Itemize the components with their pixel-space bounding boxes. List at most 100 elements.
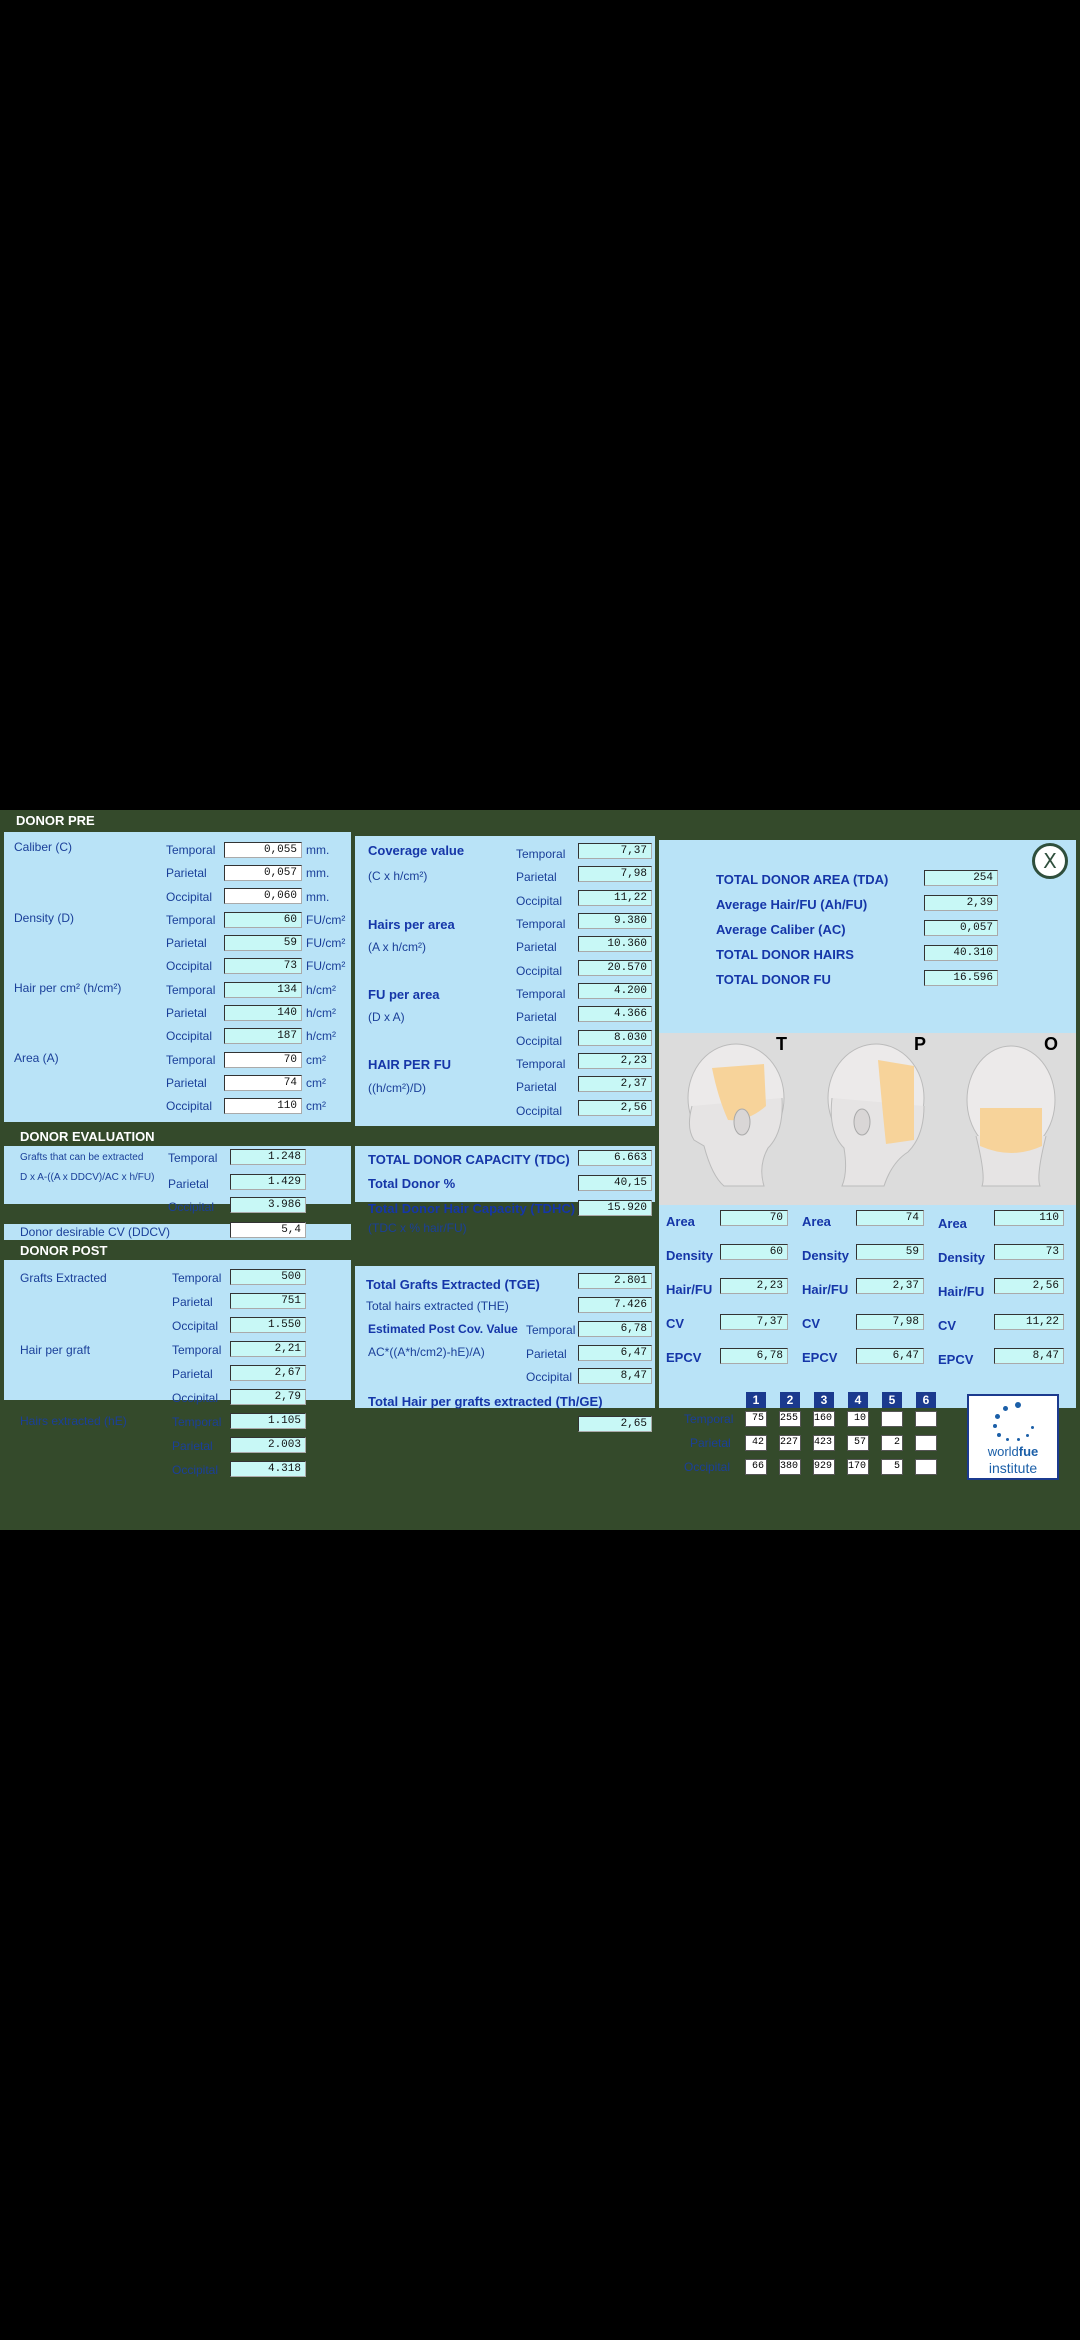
head-side-parietal-image — [827, 1043, 925, 1187]
tdc-label: TOTAL DONOR CAPACITY (TDC) — [368, 1152, 570, 1167]
table-cell[interactable]: 75 — [745, 1411, 767, 1427]
logo-dot — [1006, 1438, 1009, 1441]
density-parietal-field: 59 — [224, 935, 302, 951]
area-label: Area — [938, 1216, 967, 1231]
density-temporal-field: 60 — [224, 912, 302, 928]
table-header: 5 — [882, 1392, 902, 1408]
zone-label: Temporal — [166, 1053, 216, 1067]
table-cell[interactable]: 227 — [779, 1435, 801, 1451]
totals-header — [659, 814, 1076, 840]
zone-label: Parietal — [166, 866, 207, 880]
cv-parietal-field: 7,98 — [578, 866, 652, 882]
caliber-occipital-input[interactable]: 0,060 — [224, 888, 302, 904]
tdfu-field: 16.596 — [924, 970, 998, 986]
unit-label: mm. — [306, 843, 330, 857]
caliber-parietal-input[interactable]: 0,057 — [224, 865, 302, 881]
density-occipital-field: 73 — [224, 958, 302, 974]
table-cell[interactable]: 10 — [847, 1411, 869, 1427]
hpa-formula: (A x h/cm²) — [368, 940, 427, 954]
totals-panel — [659, 840, 1076, 1040]
zone-label: Parietal — [172, 1439, 213, 1453]
tdhc-label: Total Donor Hair Capacity (TDHC) — [368, 1201, 576, 1216]
table-row-label: Parietal — [690, 1436, 731, 1450]
logo-dot — [1003, 1406, 1008, 1411]
caliber-temporal-input[interactable]: 0,055 — [224, 842, 302, 858]
zone-label: Occipital — [516, 1034, 563, 1048]
table-cell[interactable]: 423 — [813, 1435, 835, 1451]
he-temporal-field: 1.105 — [230, 1413, 306, 1429]
area-parietal-input[interactable]: 74 — [224, 1075, 302, 1091]
table-cell[interactable]: 66 — [745, 1459, 767, 1475]
coverage-header — [355, 814, 655, 836]
hpg-occipital-field: 2,79 — [230, 1389, 306, 1405]
density-label: Density — [666, 1248, 713, 1263]
ddcv-input[interactable]: 5,4 — [230, 1222, 306, 1238]
hpfu-label: HAIR PER FU — [368, 1057, 452, 1072]
parietal-hair-fu-field: 2,37 — [856, 1278, 924, 1294]
table-cell[interactable]: 57 — [847, 1435, 869, 1451]
table-cell[interactable]: 929 — [813, 1459, 835, 1475]
tda-field: 254 — [924, 870, 998, 886]
temporal-hair-fu-field: 2,23 — [720, 1278, 788, 1294]
caliber-label: Caliber (C) — [14, 840, 73, 854]
table-row-label: Occipital — [684, 1460, 731, 1474]
hair-temporal-field: 134 — [224, 982, 302, 998]
bottom-bar — [0, 1488, 1080, 1530]
head-back-occipital-image — [966, 1045, 1056, 1187]
ddcv-label: Donor desirable CV (DDCV) — [20, 1225, 171, 1239]
unit-label: mm. — [306, 890, 330, 904]
unit-label: FU/cm² — [306, 936, 346, 950]
grafts-extracted-label: Grafts Extracted — [20, 1271, 107, 1285]
table-cell[interactable]: 2 — [881, 1435, 903, 1451]
table-header: 2 — [780, 1392, 800, 1408]
hpg-temporal-field: 2,21 — [230, 1341, 306, 1357]
epcv-label: Estimated Post Cov. Value — [368, 1322, 518, 1336]
epcv-label: EPCV — [802, 1350, 838, 1365]
the-field: 7.426 — [578, 1297, 652, 1313]
tdh-label: TOTAL DONOR HAIRS — [716, 947, 854, 962]
worldfue-logo: worldfue institute — [967, 1394, 1059, 1480]
occipital-cv-field: 11,22 — [994, 1314, 1064, 1330]
table-cell[interactable] — [881, 1411, 903, 1427]
table-cell[interactable]: 380 — [779, 1459, 801, 1475]
table-cell[interactable]: 160 — [813, 1411, 835, 1427]
epcv-occipital-field: 8,47 — [578, 1368, 652, 1384]
zone-label: Occipital — [172, 1391, 219, 1405]
occipital-epcv-field: 8,47 — [994, 1348, 1064, 1364]
area-label: Area (A) — [14, 1051, 59, 1065]
logo-line1: worldfue — [987, 1444, 1039, 1459]
hpa-parietal-field: 10.360 — [578, 936, 652, 952]
zone-label: Parietal — [172, 1367, 213, 1381]
table-cell[interactable] — [915, 1435, 937, 1451]
table-cell[interactable]: 5 — [881, 1459, 903, 1475]
table-cell[interactable] — [915, 1459, 937, 1475]
area-occipital-input[interactable]: 110 — [224, 1098, 302, 1114]
unit-label: h/cm² — [306, 983, 336, 997]
zone-label: Occipital — [166, 959, 213, 973]
temporal-epcv-field: 6,78 — [720, 1348, 788, 1364]
grafts-extractable-label: Grafts that can be extracted — [20, 1152, 144, 1163]
hpa-temporal-field: 9.380 — [578, 913, 652, 929]
close-button[interactable]: X — [1032, 843, 1068, 879]
logo-dot — [1015, 1402, 1021, 1408]
tdhc-field: 15.920 — [578, 1200, 652, 1216]
zone-label: Temporal — [172, 1343, 222, 1357]
table-cell[interactable]: 170 — [847, 1459, 869, 1475]
hpfu-formula: ((h/cm²)/D) — [368, 1081, 426, 1095]
area-temporal-input[interactable]: 70 — [224, 1052, 302, 1068]
grafts-temporal-field: 500 — [230, 1269, 306, 1285]
tge-label: Total Grafts Extracted (TGE) — [366, 1277, 540, 1292]
zone-label: Parietal — [166, 1076, 207, 1090]
zone-label: Occipital — [166, 890, 213, 904]
the-label: Total hairs extracted (THE) — [366, 1299, 509, 1313]
table-cell[interactable]: 255 — [779, 1411, 801, 1427]
tdfu-label: TOTAL DONOR FU — [716, 972, 831, 987]
hair-fu-label: Hair/FU — [938, 1284, 985, 1299]
table-header: 3 — [814, 1392, 834, 1408]
hair-fu-label: Hair/FU — [802, 1282, 849, 1297]
zone-label: Temporal — [172, 1271, 222, 1285]
table-cell[interactable] — [915, 1411, 937, 1427]
table-cell[interactable]: 42 — [745, 1435, 767, 1451]
zone-label: Temporal — [168, 1151, 218, 1165]
ahfu-field: 2,39 — [924, 895, 998, 911]
